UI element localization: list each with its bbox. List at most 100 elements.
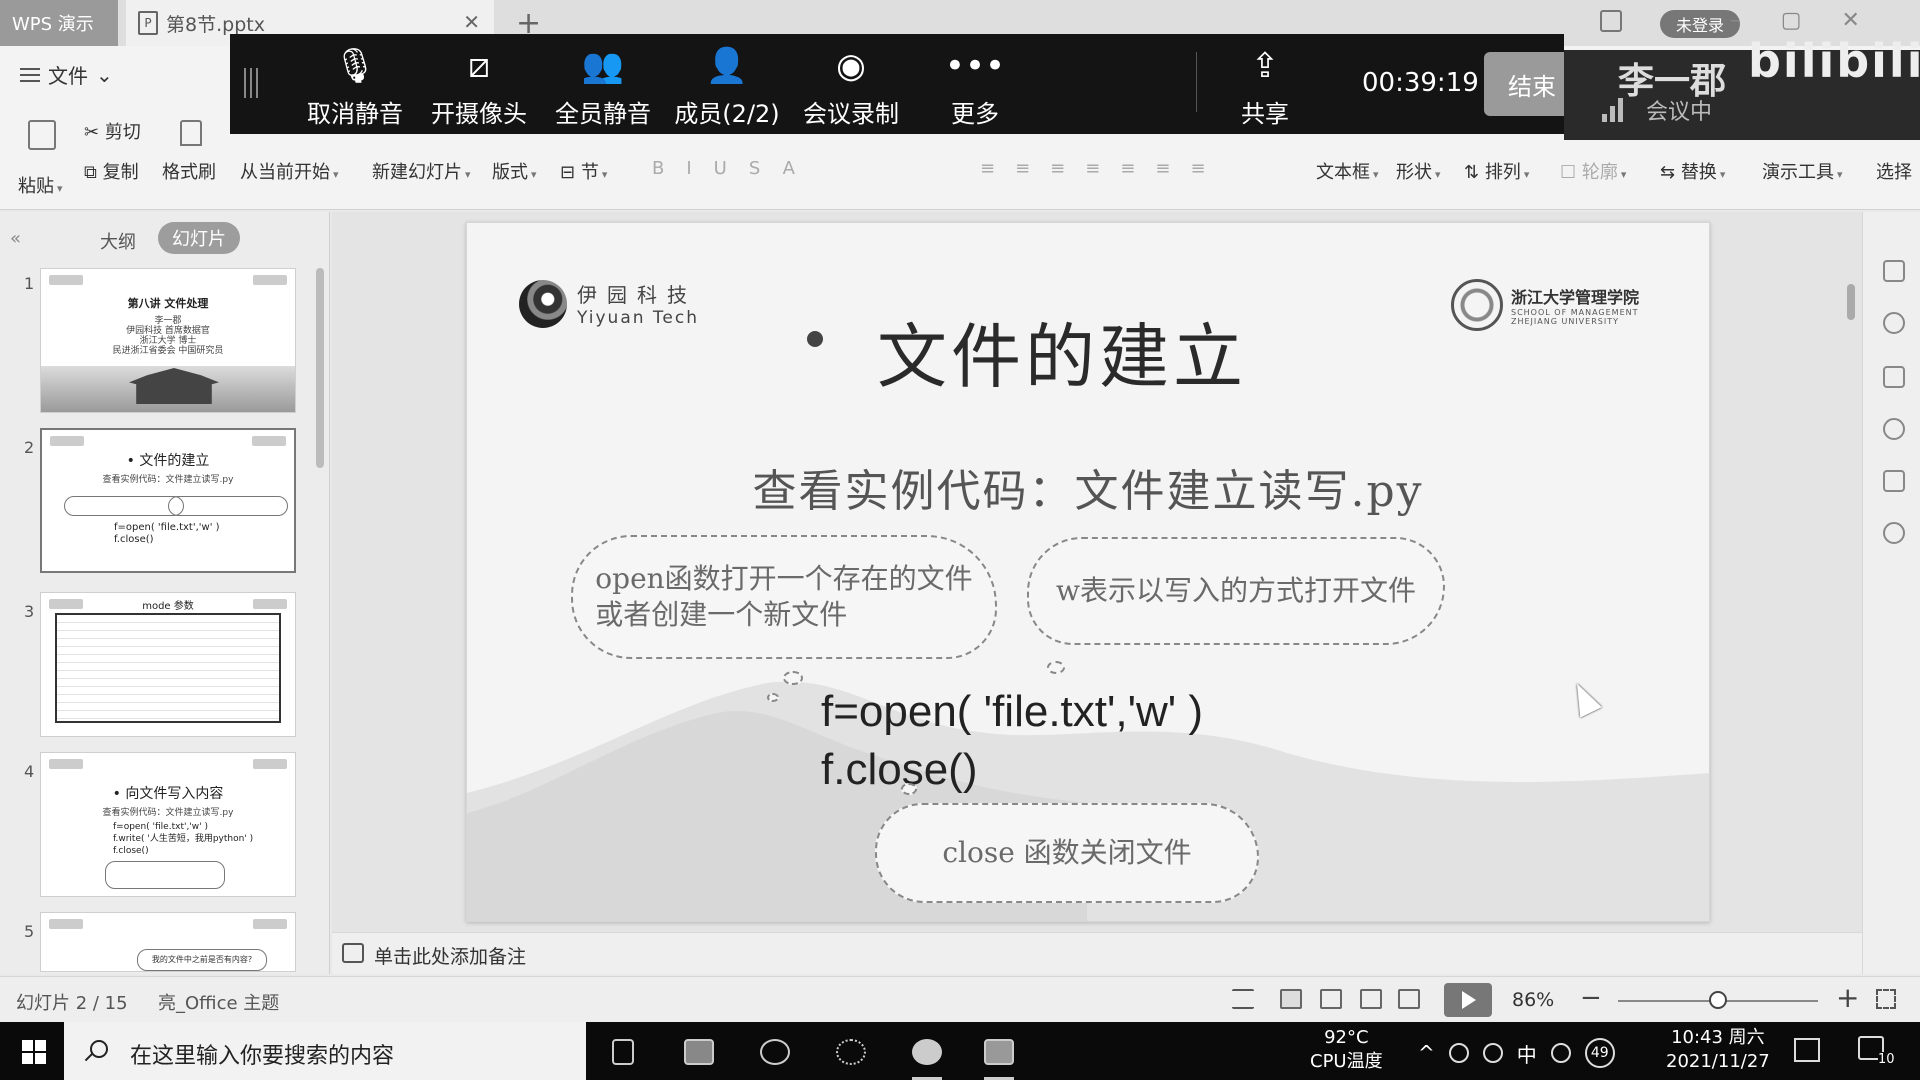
file-menu-button[interactable]: 文件 ⌄ bbox=[20, 60, 113, 89]
slide-thumbnail-4[interactable]: • 向文件写入内容 查看实例代码：文件建立读写.py f=open( 'file… bbox=[40, 752, 296, 897]
slide-sorter-icon[interactable] bbox=[1320, 989, 1342, 1009]
thumb-number: 4 bbox=[24, 762, 35, 781]
tray-app-icon[interactable] bbox=[1550, 1043, 1571, 1063]
font-style-buttons[interactable]: BIUSA bbox=[652, 158, 817, 179]
presenter-view-icon[interactable] bbox=[1398, 989, 1420, 1009]
shape-button[interactable]: 形状 ▾ bbox=[1396, 158, 1441, 184]
thumb-logo bbox=[49, 275, 83, 285]
callout-close: close 函数关闭文件 bbox=[875, 803, 1259, 903]
copy-label: 复制 bbox=[102, 162, 139, 183]
members-label: 成员(2/2) bbox=[674, 100, 780, 128]
zoom-in-button[interactable]: + bbox=[1836, 981, 1859, 1014]
file-explorer-button[interactable] bbox=[676, 1030, 722, 1074]
members-button[interactable]: 👤 成员(2/2) bbox=[662, 34, 792, 134]
thumbnail-scrollbar[interactable] bbox=[316, 268, 324, 468]
section-label: 节 bbox=[580, 162, 599, 183]
tray-app-icon[interactable] bbox=[1448, 1043, 1469, 1063]
share-screen-button[interactable]: ⇪ 共享 bbox=[1210, 34, 1320, 134]
mode-table-image bbox=[55, 613, 281, 723]
tab-slides[interactable]: 幻灯片 bbox=[158, 222, 240, 254]
unmute-button[interactable]: 🎙 取消静音 bbox=[290, 34, 420, 134]
window-controls[interactable]: –▢✕ bbox=[1730, 8, 1900, 33]
history-icon[interactable] bbox=[1883, 522, 1905, 544]
close-tab-icon[interactable]: ✕ bbox=[463, 10, 480, 34]
task-view-button[interactable] bbox=[600, 1030, 646, 1074]
section-button[interactable]: ⊟ 节 ▾ bbox=[560, 158, 607, 184]
zoom-level[interactable]: 86% bbox=[1512, 989, 1554, 1011]
outline-button[interactable]: ☐ 轮廓 ▾ bbox=[1560, 158, 1626, 184]
thumb-number: 3 bbox=[24, 602, 35, 621]
temperature-label: CPU温度 bbox=[1310, 1051, 1383, 1072]
tray-chevron-up-icon[interactable]: ^ bbox=[1418, 1041, 1435, 1065]
tab-slides-label: 幻灯片 bbox=[172, 229, 226, 250]
animation-icon[interactable] bbox=[1883, 366, 1905, 388]
notes-placeholder: 单击此处添加备注 bbox=[374, 946, 527, 968]
tab-outline[interactable]: 大纲 bbox=[100, 228, 136, 254]
notes-icon bbox=[342, 943, 364, 963]
tablet-mode-icon[interactable] bbox=[1600, 10, 1622, 32]
settings-sliders-icon[interactable] bbox=[1883, 470, 1905, 492]
paragraph-buttons[interactable]: ≡≡≡≡≡≡≡ bbox=[980, 158, 1226, 179]
notes-toggle-icon[interactable] bbox=[1232, 989, 1254, 1009]
more-button[interactable]: ••• 更多 bbox=[910, 34, 1040, 134]
camera-button[interactable]: ⧄ 开摄像头 bbox=[414, 34, 544, 134]
slide-thumbnail-1[interactable]: 第八讲 文件处理 李一郡 伊园科技 首席数据官 浙江大学 博士 民进浙江省委会 … bbox=[40, 268, 296, 413]
format-painter-button[interactable]: 格式刷 bbox=[162, 158, 216, 184]
copy-button[interactable]: ⧉ 复制 bbox=[84, 158, 139, 184]
slide-thumbnail-5[interactable]: 我的文件中之前是否有内容? bbox=[40, 912, 296, 972]
replace-label: 替换 bbox=[1680, 162, 1717, 183]
textbox-button[interactable]: 文本框 ▾ bbox=[1316, 158, 1379, 184]
star-icon[interactable] bbox=[1883, 418, 1905, 440]
drag-handle-icon[interactable] bbox=[244, 68, 258, 98]
slide-thumbnail-3[interactable]: mode 参数 bbox=[40, 592, 296, 737]
fit-window-icon[interactable] bbox=[1876, 989, 1896, 1009]
slideshow-play-button[interactable] bbox=[1444, 983, 1492, 1017]
canvas-scrollbar[interactable] bbox=[1844, 220, 1858, 940]
new-slide-button[interactable]: 新建幻灯片 ▾ bbox=[372, 158, 471, 184]
temperature-value: 92°C bbox=[1324, 1027, 1369, 1048]
record-button[interactable]: ◉ 会议录制 bbox=[786, 34, 916, 134]
share-icon[interactable] bbox=[1883, 312, 1905, 334]
play-from-current-button[interactable]: 从当前开始 ▾ bbox=[240, 158, 339, 184]
replace-button[interactable]: ⇆ 替换 ▾ bbox=[1660, 158, 1725, 184]
taskbar-clock[interactable]: 10:43 周六 2021/11/27 bbox=[1666, 1026, 1770, 1074]
meeting-toolbar: 🎙 取消静音 ⧄ 开摄像头 👥 全员静音 👤 成员(2/2) ◉ 会议录制 ••… bbox=[230, 34, 1604, 134]
app-tab[interactable]: WPS 演示 bbox=[0, 0, 118, 46]
slide-switch-icon[interactable] bbox=[1883, 260, 1905, 282]
layout-button[interactable]: 版式 ▾ bbox=[492, 158, 537, 184]
paste-button[interactable]: 粘贴 ▾ bbox=[18, 172, 63, 198]
thumb-number: 2 bbox=[24, 438, 35, 457]
normal-view-icon[interactable] bbox=[1280, 989, 1302, 1009]
format-painter-icon[interactable] bbox=[180, 120, 202, 146]
thumb-logo bbox=[253, 275, 287, 285]
tray-badge[interactable]: 49 bbox=[1584, 1038, 1615, 1068]
select-button[interactable]: 选择 bbox=[1876, 158, 1916, 184]
current-slide[interactable]: 伊园科技 Yiyuan Tech 浙江大学管理学院 SCHOOL OF MANA… bbox=[466, 222, 1710, 922]
desktop-icon[interactable] bbox=[1794, 1038, 1820, 1062]
outline-label: 轮廓 bbox=[1581, 162, 1618, 183]
presentation-tools-button[interactable]: 演示工具 ▾ bbox=[1762, 158, 1843, 184]
network-app-button[interactable] bbox=[828, 1030, 874, 1074]
taskbar-search-box[interactable]: 在这里输入你要搜索的内容 bbox=[64, 1022, 586, 1080]
arrange-button[interactable]: ⇅ 排列 ▾ bbox=[1464, 158, 1529, 184]
zoom-slider-handle[interactable] bbox=[1709, 991, 1727, 1009]
meeting-app-button[interactable] bbox=[904, 1030, 950, 1080]
logo-left-cn: 伊园科技 bbox=[577, 283, 697, 307]
thumb-subtitle: 查看实例代码：文件建立读写.py bbox=[102, 475, 234, 485]
notes-bar[interactable]: 单击此处添加备注 bbox=[332, 932, 1862, 974]
zoom-out-button[interactable]: − bbox=[1580, 983, 1602, 1013]
cut-button[interactable]: ✂ 剪切 bbox=[84, 118, 141, 144]
slide-thumbnail-2[interactable]: • 文件的建立 查看实例代码：文件建立读写.py f=open( 'file.t… bbox=[40, 428, 296, 573]
paste-icon[interactable] bbox=[28, 120, 56, 150]
windows-start-icon[interactable] bbox=[22, 1040, 46, 1064]
login-badge[interactable]: 未登录 bbox=[1660, 10, 1740, 38]
firefox-button[interactable] bbox=[752, 1030, 798, 1074]
wps-presentation-button[interactable] bbox=[976, 1030, 1022, 1080]
collapse-panel-icon[interactable]: « bbox=[10, 228, 21, 249]
scroll-thumb[interactable] bbox=[1847, 284, 1855, 320]
mute-all-icon: 👥 bbox=[581, 46, 625, 86]
reading-view-icon[interactable] bbox=[1360, 989, 1382, 1009]
tray-app-icon[interactable] bbox=[1482, 1043, 1503, 1063]
ime-indicator[interactable]: 中 bbox=[1517, 1039, 1537, 1068]
mute-all-button[interactable]: 👥 全员静音 bbox=[538, 34, 668, 134]
